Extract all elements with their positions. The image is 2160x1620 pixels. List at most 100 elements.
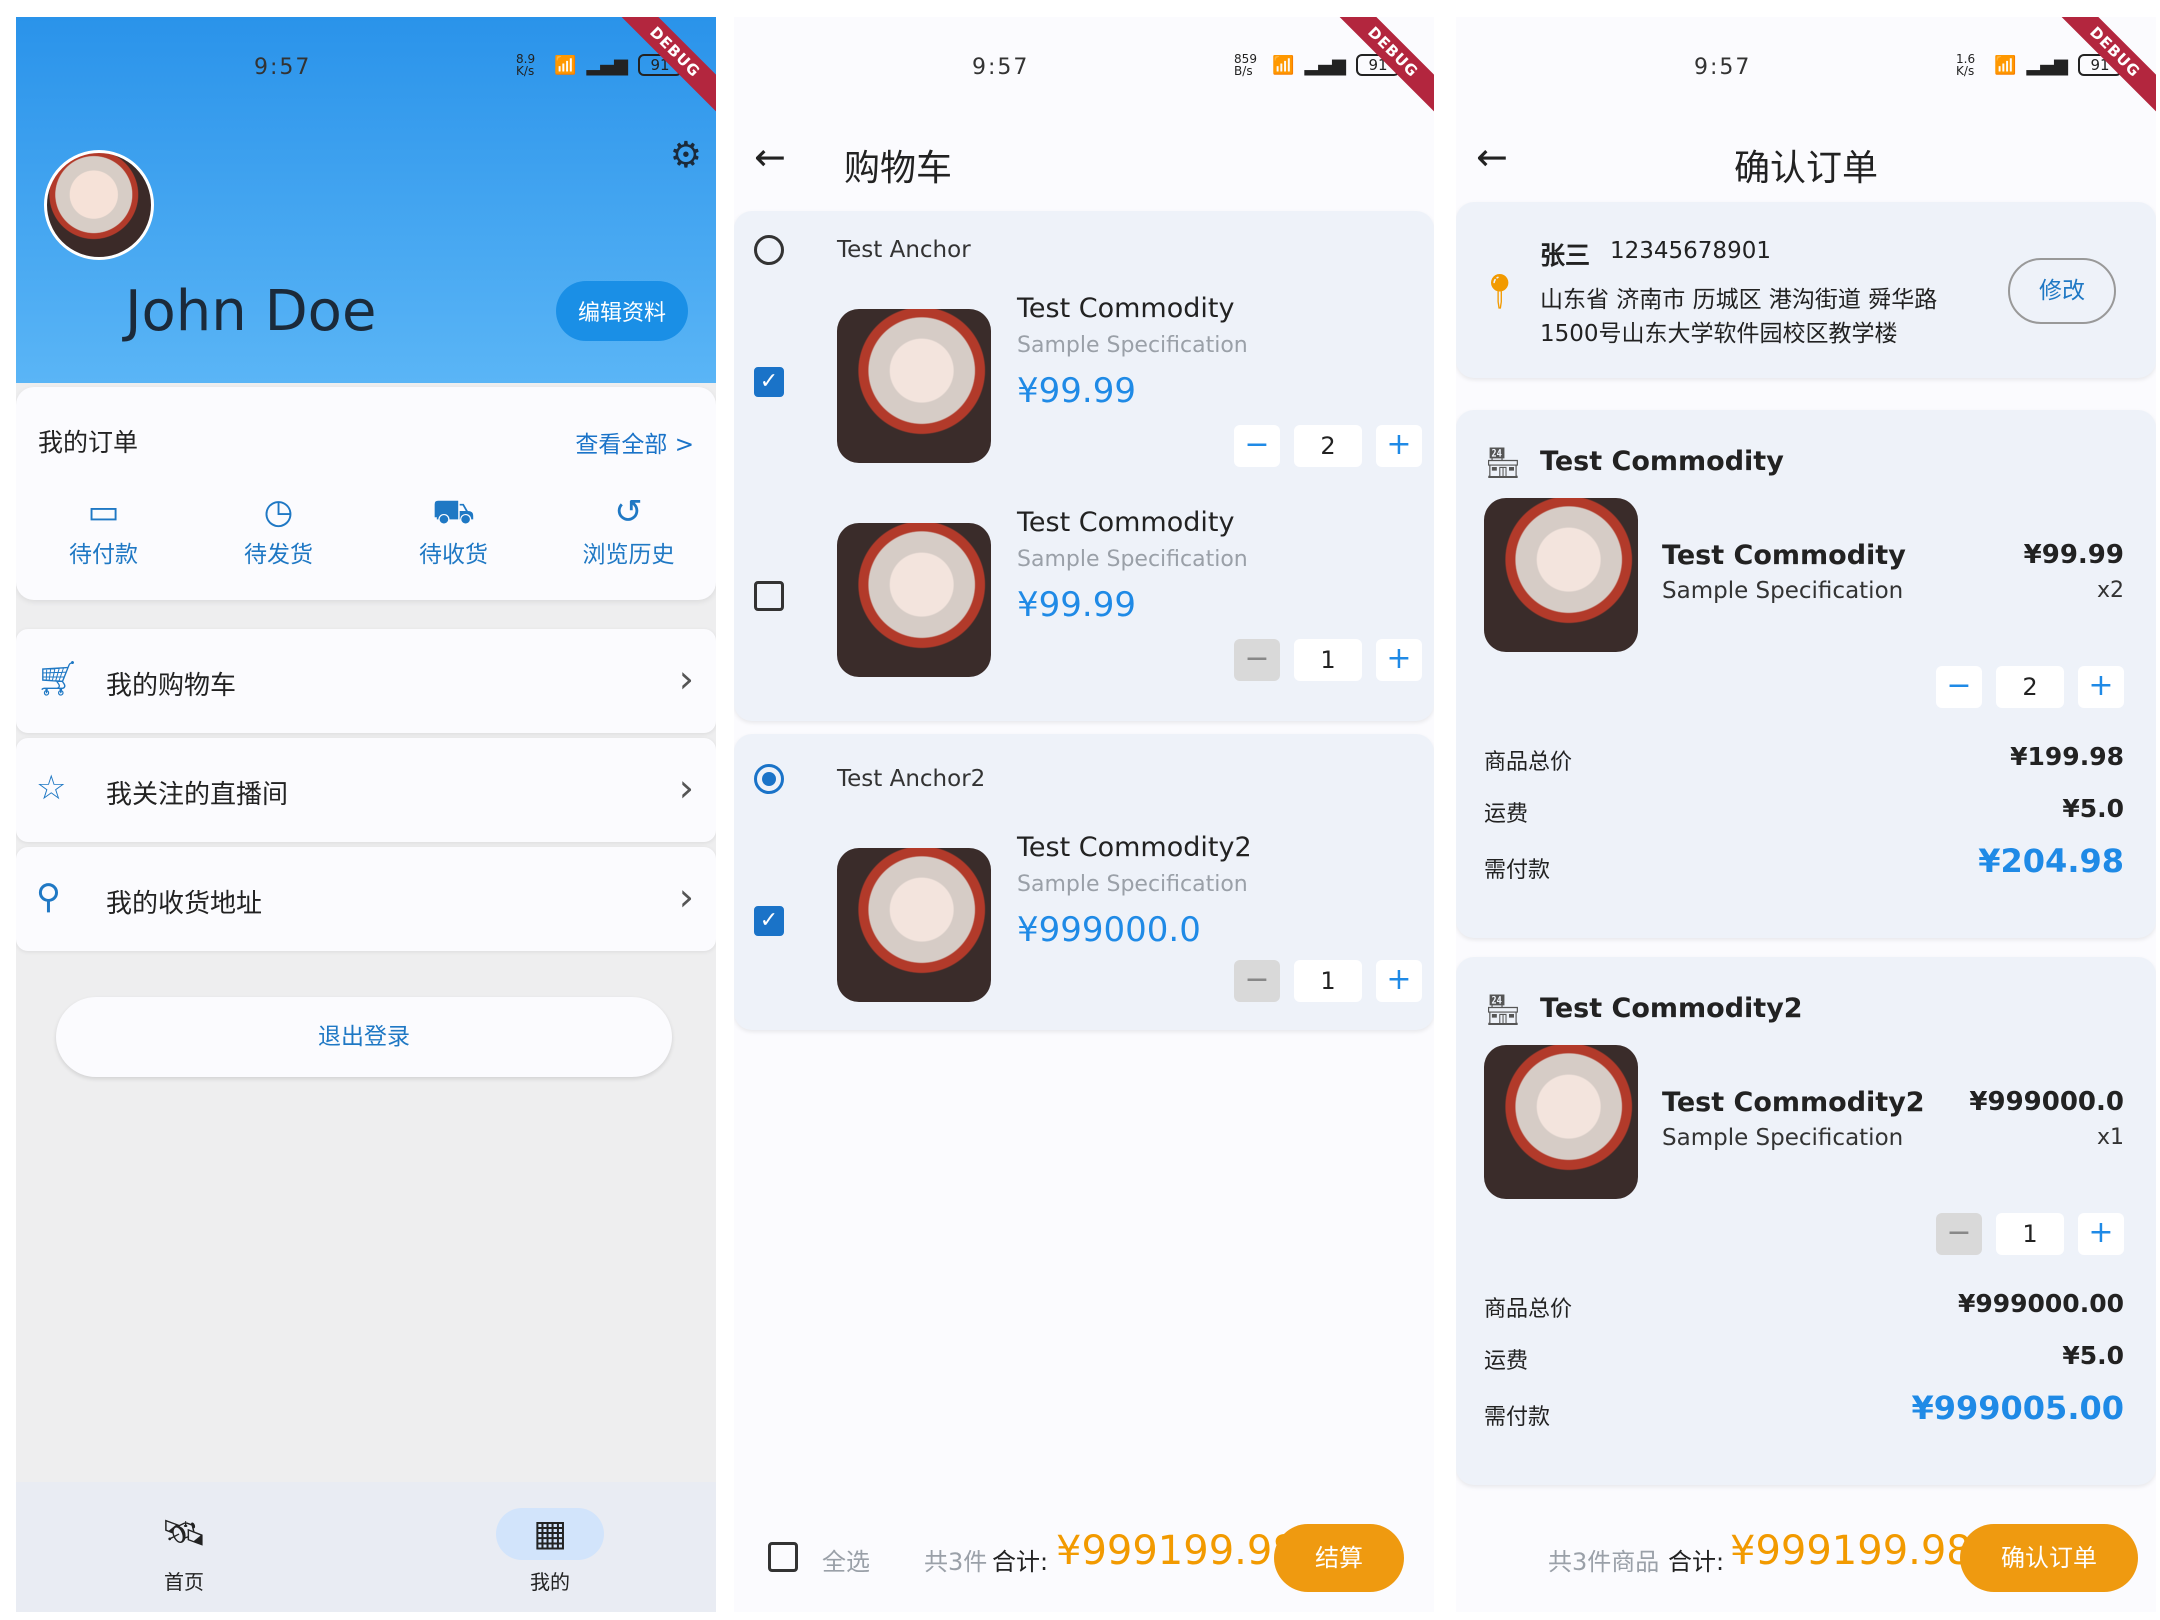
product-name: Test Commodity bbox=[1017, 293, 1235, 324]
menu-item-address[interactable]: ⚲ 我的收货地址 › bbox=[16, 847, 716, 951]
product-name: Test Commodity2 bbox=[1017, 832, 1252, 863]
nav-home[interactable]: 🛰︎ 首页 bbox=[124, 1508, 244, 1595]
quantity-value[interactable]: 2 bbox=[1996, 666, 2064, 708]
product-image bbox=[837, 309, 991, 463]
product-spec: Sample Specification bbox=[1017, 872, 1248, 897]
total-label: 合计: bbox=[992, 1548, 1049, 1576]
increment-button[interactable]: + bbox=[1376, 639, 1422, 681]
page-title: 确认订单 bbox=[1733, 148, 1878, 189]
confirm-bottom-bar: 共3件商品 合计: ¥999199.98 确认订单 bbox=[1456, 1492, 2156, 1612]
username: John Doe bbox=[125, 279, 377, 344]
product-qty: x2 bbox=[2096, 578, 2124, 603]
decrement-button[interactable]: − bbox=[1936, 1213, 1982, 1255]
item-checkbox[interactable]: ✓ bbox=[754, 367, 784, 397]
item-count: 共3件商品 bbox=[1548, 1548, 1660, 1576]
location-pin-icon: 📍︎ bbox=[1478, 272, 1522, 312]
menu-item-cart[interactable]: 🛒︎ 我的购物车 › bbox=[16, 629, 716, 733]
product-image bbox=[1484, 498, 1638, 652]
page-title: 购物车 bbox=[844, 148, 953, 189]
order-card: 🏪︎ Test Commodity2 Test Commodity2 Sampl… bbox=[1456, 957, 2156, 1485]
order-tab-history[interactable]: ↺ 浏览历史 bbox=[541, 493, 716, 569]
recipient-phone: 12345678901 bbox=[1610, 238, 1771, 264]
signal-icon: ▂▄▆ bbox=[586, 54, 628, 76]
orders-title: 我的订单 bbox=[38, 428, 139, 457]
address-line-2: 1500号山东大学软件园校区教学楼 bbox=[1540, 321, 1898, 347]
status-icons: 8.9 K/s 📶 ▂▄▆ 91 bbox=[516, 53, 682, 77]
edit-profile-button[interactable]: 编辑资料 bbox=[555, 281, 688, 341]
product-name: Test Commodity2 bbox=[1662, 1087, 1925, 1118]
item-checkbox[interactable] bbox=[754, 581, 784, 611]
app-bar: ← 确认订单 bbox=[1456, 127, 2156, 207]
increment-button[interactable]: + bbox=[1376, 425, 1422, 467]
network-speed: 859 B/s bbox=[1234, 52, 1257, 78]
total-value: ¥999199.98 bbox=[1056, 1528, 1298, 1574]
decrement-button[interactable]: − bbox=[1936, 666, 1982, 708]
order-card: 🏪︎ Test Commodity Test Commodity Sample … bbox=[1456, 410, 2156, 938]
quantity-stepper: − 2 + bbox=[1936, 666, 2124, 708]
payable-value: ¥999005.00 bbox=[1911, 1389, 2124, 1427]
product-name: Test Commodity bbox=[1017, 507, 1235, 538]
order-status-tabs: ▭ 待付款 ◷ 待发货 ⛟ 待收货 ↺ 浏览历史 bbox=[16, 493, 716, 569]
gear-icon[interactable]: ⚙ bbox=[670, 135, 702, 176]
wifi-icon: 📶 bbox=[554, 54, 577, 76]
product-price: ¥999000.0 bbox=[1969, 1087, 2124, 1117]
confirm-order-button[interactable]: 确认订单 bbox=[1960, 1524, 2138, 1592]
order-tab-pending-receipt[interactable]: ⛟ 待收货 bbox=[366, 493, 541, 569]
increment-button[interactable]: + bbox=[2078, 666, 2124, 708]
cart-screen: 9:57 859 B/s 📶 ▂▄▆ 91 DEBUG ← 购物车 Test A… bbox=[734, 17, 1434, 1612]
modify-address-button[interactable]: 修改 bbox=[2008, 258, 2116, 324]
store-name: Test Commodity bbox=[1540, 446, 1784, 477]
store-icon: 🏪︎ bbox=[1484, 446, 1523, 481]
clock-icon: ◷ bbox=[263, 492, 294, 532]
quantity-value[interactable]: 1 bbox=[1294, 960, 1362, 1002]
network-speed: 8.9 K/s bbox=[516, 52, 536, 78]
product-price: ¥99.99 bbox=[2023, 540, 2124, 570]
order-tab-pending-payment[interactable]: ▭ 待付款 bbox=[16, 493, 191, 569]
group-radio[interactable] bbox=[754, 764, 784, 794]
shipping-value: ¥5.0 bbox=[2062, 794, 2124, 823]
decrement-button[interactable]: − bbox=[1234, 639, 1280, 681]
quantity-stepper: − 1 + bbox=[1936, 1213, 2124, 1255]
nav-mine[interactable]: ▦ 我的 bbox=[490, 1508, 610, 1595]
increment-button[interactable]: + bbox=[1376, 960, 1422, 1002]
app-bar: ← 购物车 bbox=[734, 127, 1434, 207]
group-radio[interactable] bbox=[754, 235, 784, 265]
select-all-label: 全选 bbox=[822, 1548, 870, 1576]
history-icon: ↺ bbox=[614, 492, 643, 532]
item-checkbox[interactable]: ✓ bbox=[754, 906, 784, 936]
quantity-value[interactable]: 1 bbox=[1996, 1213, 2064, 1255]
product-image bbox=[837, 848, 991, 1002]
cart-icon: 🛒︎ bbox=[36, 659, 80, 699]
truck-icon: ⛟ bbox=[432, 492, 475, 532]
quantity-value[interactable]: 2 bbox=[1294, 425, 1362, 467]
item-count: 共3件 bbox=[924, 1548, 988, 1576]
order-tab-pending-shipment[interactable]: ◷ 待发货 bbox=[191, 493, 366, 569]
signal-icon: ▂▄▆ bbox=[2026, 54, 2068, 76]
logout-button[interactable]: 退出登录 bbox=[56, 997, 672, 1077]
satellite-icon: 🛰︎ bbox=[161, 1513, 207, 1554]
address-card: 📍︎ 张三 12345678901 山东省 济南市 历城区 港沟街道 舜华路 1… bbox=[1456, 202, 2156, 378]
decrement-button[interactable]: − bbox=[1234, 960, 1280, 1002]
view-all-link[interactable]: 查看全部 > bbox=[575, 425, 694, 459]
wifi-icon: 📶 bbox=[1272, 54, 1295, 76]
status-icons: 859 B/s 📶 ▂▄▆ 91 bbox=[1234, 53, 1400, 77]
recipient-name: 张三 bbox=[1540, 241, 1591, 270]
cart-group: Test Anchor2 ✓ Test Commodity2 Sample Sp… bbox=[734, 734, 1434, 1030]
payable-label: 需付款 bbox=[1484, 858, 1551, 883]
status-time: 9:57 bbox=[1694, 55, 1752, 80]
wifi-icon: 📶 bbox=[1994, 54, 2017, 76]
product-qty: x1 bbox=[2096, 1125, 2124, 1150]
anchor-name: Test Anchor2 bbox=[837, 766, 986, 792]
my-orders-card: 我的订单 查看全部 > ▭ 待付款 ◷ 待发货 ⛟ 待收货 ↺ 浏览历史 bbox=[16, 387, 716, 600]
product-spec: Sample Specification bbox=[1017, 333, 1248, 358]
back-arrow-icon[interactable]: ← bbox=[754, 135, 786, 179]
signal-icon: ▂▄▆ bbox=[1304, 54, 1346, 76]
select-all-checkbox[interactable] bbox=[768, 1542, 798, 1572]
goods-total-label: 商品总价 bbox=[1484, 1297, 1573, 1322]
increment-button[interactable]: + bbox=[2078, 1213, 2124, 1255]
avatar[interactable] bbox=[44, 150, 154, 260]
quantity-value[interactable]: 1 bbox=[1294, 639, 1362, 681]
checkout-button[interactable]: 结算 bbox=[1274, 1524, 1404, 1592]
menu-item-followed-rooms[interactable]: ☆ 我关注的直播间 › bbox=[16, 738, 716, 842]
decrement-button[interactable]: − bbox=[1234, 425, 1280, 467]
